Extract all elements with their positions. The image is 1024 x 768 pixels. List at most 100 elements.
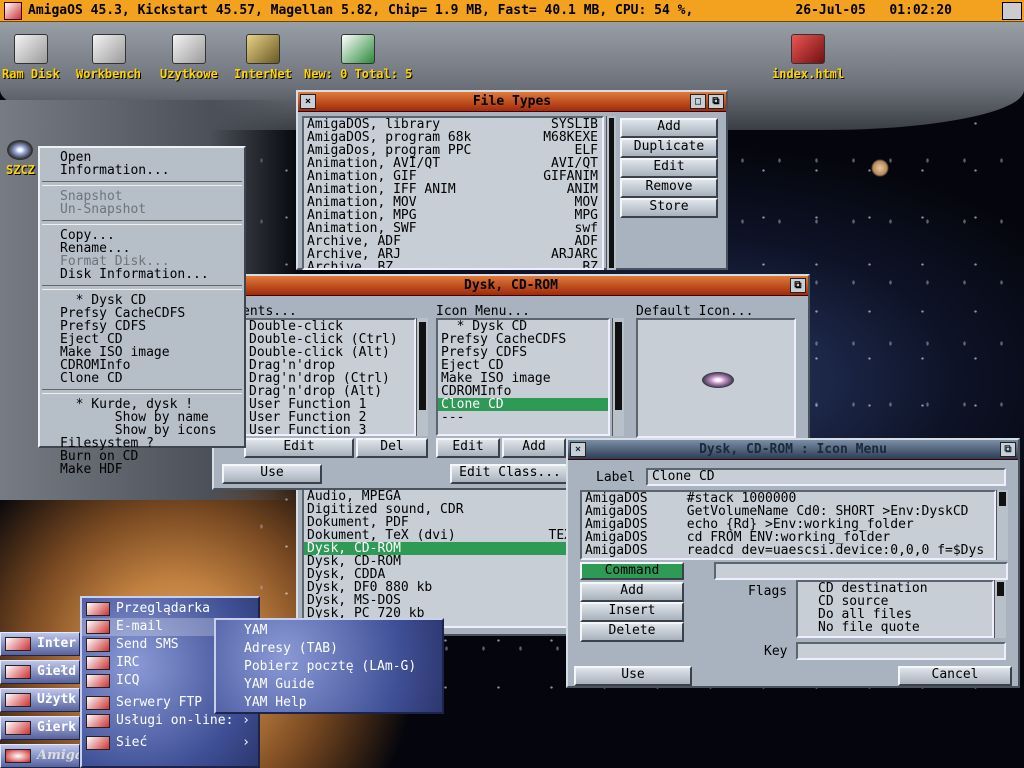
edit-button[interactable]: Edit bbox=[620, 158, 718, 178]
edit-class-button[interactable]: Edit Class... bbox=[450, 464, 570, 484]
store-button[interactable]: Store bbox=[620, 198, 718, 218]
start-item-gielda[interactable]: Giełd bbox=[0, 660, 80, 684]
yam-menu-item[interactable]: YAM Help bbox=[216, 694, 442, 712]
event-item[interactable]: User Function 3 bbox=[246, 424, 414, 434]
list-item[interactable]: Archive, BZ BZ bbox=[304, 260, 602, 270]
icon-menu-list[interactable]: * Dysk CD Prefsy CacheCDFS Prefsy CDFS Ejec… bbox=[436, 318, 610, 436]
screen-depth-gadget[interactable] bbox=[1002, 1, 1022, 20]
submenu-item[interactable]: Przeglądarka bbox=[82, 600, 258, 618]
start-item-label: Giełd bbox=[37, 664, 77, 679]
close-icon[interactable]: × bbox=[300, 94, 316, 109]
context-menu-item[interactable]: Make HDF bbox=[40, 463, 244, 476]
close-icon[interactable]: × bbox=[570, 442, 586, 457]
disk-icon bbox=[171, 34, 206, 64]
amiga-start-button[interactable]: Amiga bbox=[0, 744, 80, 768]
desktop-icon-cd[interactable]: SZCZ bbox=[6, 140, 35, 177]
scroll-thumb[interactable] bbox=[419, 322, 426, 410]
start-logo-label: Amiga bbox=[37, 748, 80, 763]
yam-menu-item[interactable]: Adresy (TAB) bbox=[216, 640, 442, 658]
submenu-item-label: Send SMS bbox=[116, 637, 179, 652]
submenu-item-icon bbox=[86, 696, 110, 710]
email-submenu: YAM Adresy (TAB) Pobierz pocztę (LAm-G) YAM… bbox=[214, 618, 444, 714]
file-types-window: × File Types □ ⧉ AmigaDOS, library SYSLIB… bbox=[296, 90, 728, 270]
context-menu-item[interactable]: Disk Information... bbox=[40, 268, 244, 281]
key-input[interactable] bbox=[796, 642, 1006, 660]
window-title: Dysk, CD-ROM bbox=[464, 278, 558, 293]
desktop-icon-internet[interactable]: InterNet bbox=[234, 34, 292, 81]
file-types-list[interactable]: AmigaDOS, library SYSLIB AmigaDOS, program… bbox=[302, 116, 604, 270]
icon-menu-edit-button[interactable]: Edit bbox=[436, 438, 500, 458]
submenu-item[interactable]: Usługi on-line: › bbox=[82, 712, 258, 730]
date-text: 26-Jul-05 bbox=[795, 3, 866, 18]
duplicate-button[interactable]: Duplicate bbox=[620, 138, 718, 158]
yam-menu-item[interactable]: YAM bbox=[216, 622, 442, 640]
command-string-input[interactable] bbox=[714, 562, 1008, 580]
remove-button[interactable]: Remove bbox=[620, 178, 718, 198]
file-types-scrollbar[interactable] bbox=[606, 116, 616, 270]
context-menu-item[interactable]: Clone CD bbox=[40, 372, 244, 385]
yam-menu-item[interactable]: YAM Guide bbox=[216, 676, 442, 694]
dysk-cdrom-titlebar[interactable]: Dysk, CD-ROM ⧉ bbox=[214, 276, 808, 296]
flag-item[interactable]: No file quote bbox=[798, 621, 992, 634]
scroll-thumb[interactable] bbox=[615, 322, 622, 410]
depth-icon[interactable]: ⧉ bbox=[708, 94, 724, 109]
flags-scrollbar[interactable] bbox=[994, 580, 1006, 638]
file-types-list-lower[interactable]: Audio, MPEGA Digitized sound, CDR Dokument… bbox=[302, 488, 578, 628]
command-item[interactable]: AmigaDOS readcd dev=uaescsi.device:0,0,0… bbox=[582, 544, 994, 557]
start-item-label: Gierk bbox=[37, 720, 77, 735]
zoom-icon[interactable]: □ bbox=[690, 94, 706, 109]
file-type-id: BZ bbox=[582, 260, 598, 270]
scroll-thumb[interactable] bbox=[997, 582, 1004, 596]
start-item-uzytkowe[interactable]: Użytk bbox=[0, 688, 80, 712]
context-menu-item[interactable]: Information... bbox=[40, 164, 244, 177]
key-label: Key bbox=[764, 644, 788, 659]
internet-icon bbox=[5, 637, 31, 651]
submenu-item[interactable]: Sieć › bbox=[82, 734, 258, 752]
amiga-menu-icon[interactable] bbox=[4, 1, 22, 20]
flags-list[interactable]: CD destination CD source Do all files No fi… bbox=[796, 580, 994, 638]
events-scrollbar[interactable] bbox=[416, 318, 428, 436]
window-title: File Types bbox=[472, 94, 552, 109]
desktop-icon-workbench[interactable]: Workbench bbox=[76, 34, 141, 81]
label-input[interactable]: Clone CD bbox=[646, 468, 1006, 486]
icon-menu-item[interactable]: --- bbox=[438, 411, 608, 424]
file-type-name: Archive, BZ bbox=[307, 260, 394, 270]
icon-label: Workbench bbox=[76, 67, 142, 81]
yam-menu-item[interactable]: Pobierz pocztę (LAm-G) bbox=[216, 658, 442, 676]
cancel-button[interactable]: Cancel bbox=[898, 666, 1012, 686]
submenu-item-icon bbox=[86, 714, 110, 728]
scroll-thumb[interactable] bbox=[999, 492, 1006, 506]
submenu-arrow-icon: › bbox=[242, 735, 250, 750]
icon-menu-scrollbar[interactable] bbox=[612, 318, 624, 436]
icon-label: index.html bbox=[772, 67, 845, 81]
icon-menu-titlebar[interactable]: × Dysk, CD-ROM : Icon Menu ⧉ bbox=[568, 440, 1018, 460]
scroll-thumb[interactable] bbox=[609, 118, 614, 268]
event-edit-button[interactable]: Edit bbox=[244, 438, 354, 458]
add-button[interactable]: Add bbox=[620, 118, 718, 138]
insert-button[interactable]: Insert bbox=[580, 602, 684, 622]
depth-icon[interactable]: ⧉ bbox=[790, 278, 806, 293]
default-icon-preview[interactable] bbox=[636, 318, 796, 438]
start-item-gierki[interactable]: Gierk bbox=[0, 716, 80, 740]
event-del-button[interactable]: Del bbox=[356, 438, 428, 458]
use-button[interactable]: Use bbox=[574, 666, 692, 686]
events-list[interactable]: Double-click Double-click (Ctrl) Double-cl… bbox=[244, 318, 416, 436]
desktop-icon-ram-disk[interactable]: Ram Disk bbox=[2, 34, 60, 81]
depth-icon[interactable]: ⧉ bbox=[1000, 442, 1016, 457]
desktop-icon-uzytkowe[interactable]: Uzytkowe bbox=[160, 34, 218, 81]
file-types-titlebar[interactable]: × File Types □ ⧉ bbox=[298, 92, 726, 112]
start-item-internet[interactable]: Inter bbox=[0, 632, 80, 656]
icon-menu-add-button[interactable]: Add bbox=[502, 438, 566, 458]
command-type-cycle[interactable]: Command bbox=[580, 562, 684, 580]
icon-menu-label: Icon Menu... bbox=[436, 304, 530, 319]
desktop-icon-index-html[interactable]: index.html bbox=[772, 34, 844, 81]
command-scrollbar[interactable] bbox=[996, 490, 1008, 560]
command-list[interactable]: AmigaDOS #stack 1000000 AmigaDOS GetVolum… bbox=[580, 490, 996, 560]
events-label: ents... bbox=[242, 304, 297, 319]
submenu-item-label: Sieć bbox=[116, 735, 148, 750]
icon-context-menu: Open Information... Snapshot Un-Snapshot Cop… bbox=[38, 146, 246, 476]
add-button[interactable]: Add bbox=[580, 582, 684, 602]
delete-button[interactable]: Delete bbox=[580, 622, 684, 642]
desktop-icon-mail-status[interactable]: New: 0 Total: 5 bbox=[304, 34, 412, 81]
time-text: 01:02:20 bbox=[889, 3, 952, 18]
